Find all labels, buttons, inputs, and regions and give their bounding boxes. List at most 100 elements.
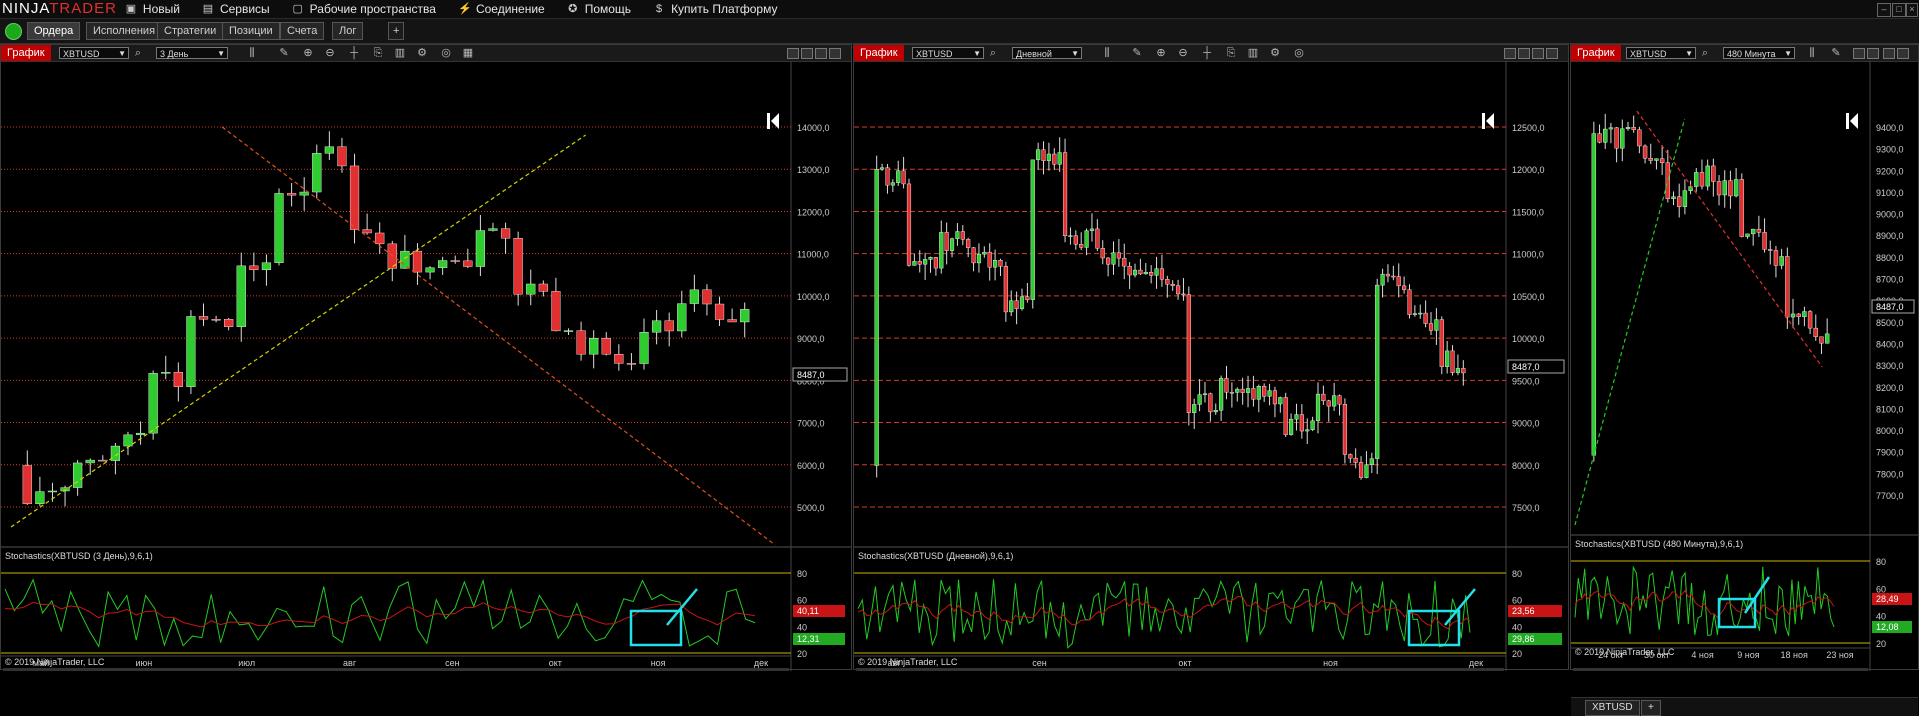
indicators-icon[interactable]: ▥ <box>393 46 407 60</box>
settings-icon[interactable]: ◎ <box>439 46 453 60</box>
candle-body <box>1046 153 1051 161</box>
candle-body <box>1181 293 1186 296</box>
period-select[interactable]: Дневной ▼ <box>1012 47 1082 59</box>
tab-accounts[interactable]: Счета <box>280 22 325 40</box>
new-icon: ▣ <box>125 3 137 15</box>
period-select[interactable]: 3 День ▼ <box>156 47 228 59</box>
restore-icon[interactable] <box>1518 48 1530 59</box>
candle-body <box>1289 418 1294 435</box>
properties-icon[interactable]: ⎘ <box>371 46 385 60</box>
zoom-in-icon[interactable]: ⊕ <box>301 46 315 60</box>
menu-buy[interactable]: $ Купить Платформу <box>653 2 777 16</box>
search-icon[interactable]: ⌕ <box>1698 46 1712 60</box>
close-button[interactable]: × <box>1906 3 1918 17</box>
pencil-icon[interactable]: ✎ <box>1829 46 1843 60</box>
ninjatrader-watermark-icon <box>1846 113 1849 129</box>
add-tab-button[interactable]: + <box>388 22 405 40</box>
search-icon[interactable]: ⌕ <box>986 46 1000 60</box>
search-icon[interactable]: ⌕ <box>131 46 145 60</box>
zoom-out-icon[interactable]: ⊖ <box>323 46 337 60</box>
strategies-icon[interactable]: ⚙ <box>1268 46 1282 60</box>
tab-positions[interactable]: Позиции <box>222 22 280 40</box>
candle-body <box>885 167 890 186</box>
candle-body <box>1132 269 1138 276</box>
instrument-select[interactable]: XBTUSD ▼ <box>912 47 984 59</box>
strategies-icon[interactable]: ⚙ <box>415 46 429 60</box>
candle-body <box>1385 273 1391 277</box>
bar-type-icon[interactable]: ⫼ <box>245 46 259 60</box>
time-tick-label: 18 ноя <box>1781 650 1808 660</box>
settings-icon[interactable]: ◎ <box>1292 46 1306 60</box>
chart-title: График <box>1 45 51 61</box>
candle-body <box>955 231 960 239</box>
tab-orders[interactable]: Ордера <box>27 22 81 40</box>
chart-canvas[interactable]: 14000,0 13000,0 12000,0 11000,0 10000,0 9000,… <box>1 61 851 671</box>
chart-canvas[interactable]: 9400,0 9300,0 9200,0 9100,0 9000,0 8900,0 8800… <box>1571 61 1918 671</box>
tile-icon[interactable] <box>787 48 799 59</box>
instrument-select[interactable]: XBTUSD ▼ <box>59 47 129 59</box>
candle-body <box>1326 400 1331 407</box>
chart-canvas[interactable]: 12500,0 12000,0 11500,0 11000,0 10500,0 10000… <box>854 61 1568 671</box>
candle-body <box>1665 162 1671 199</box>
add-chart-tab-button[interactable]: + <box>1641 700 1661 716</box>
pencil-icon[interactable]: ✎ <box>277 46 291 60</box>
tab-log[interactable]: Лог <box>332 22 364 40</box>
stoch-d-line <box>4 601 756 628</box>
properties-icon[interactable]: ⎘ <box>1224 46 1238 60</box>
candle-body <box>22 465 32 504</box>
pencil-icon[interactable]: ✎ <box>1130 46 1144 60</box>
price-tick-label: 12500,0 <box>1512 123 1545 133</box>
chart-toolbar: График XBTUSD ▼ ⌕ 480 Минута ▼ ⫼ ✎ <box>1571 45 1918 62</box>
chart-tab-strip: XBTUSD + <box>1571 697 1918 716</box>
candle-body <box>939 232 944 269</box>
tile-icon[interactable] <box>1504 48 1516 59</box>
close-window-icon[interactable] <box>1546 48 1558 59</box>
drawing-icon[interactable]: ▦ <box>461 46 475 60</box>
minimize-window-icon[interactable] <box>815 48 827 59</box>
candle-body <box>1283 397 1288 435</box>
candle-body <box>488 228 498 231</box>
price-tick-label: 7500,0 <box>1512 503 1540 513</box>
minimize-button[interactable]: – <box>1877 3 1891 17</box>
bar-type-icon[interactable]: ⫼ <box>1100 46 1114 60</box>
tab-executions[interactable]: Исполнения <box>86 22 163 40</box>
candle-body <box>923 259 928 265</box>
minimize-window-icon[interactable] <box>1883 48 1895 59</box>
tile-icon[interactable] <box>1853 48 1865 59</box>
period-select[interactable]: 480 Минута ▼ <box>1723 47 1795 59</box>
copyright-text: © 2019 NinjaTrader, LLC <box>858 657 958 667</box>
close-window-icon[interactable] <box>1897 48 1909 59</box>
candle-body <box>1213 410 1218 413</box>
zoom-in-icon[interactable]: ⊕ <box>1154 46 1168 60</box>
crosshair-icon[interactable]: ┼ <box>1200 46 1214 60</box>
candle-body <box>1084 230 1089 248</box>
menu-help[interactable]: ✪ Помощь <box>567 2 631 16</box>
candle-body <box>1637 129 1642 147</box>
crosshair-icon[interactable]: ┼ <box>347 46 361 60</box>
menu-tools[interactable]: ▤ Сервисы <box>202 2 270 16</box>
stoch-d-value: 23,56 <box>1512 606 1535 616</box>
tab-strategies[interactable]: Стратегии <box>157 22 224 40</box>
candle-body <box>1089 228 1095 231</box>
zoom-out-icon[interactable]: ⊖ <box>1176 46 1190 60</box>
candle-body <box>1245 388 1251 393</box>
restore-icon[interactable] <box>801 48 813 59</box>
maximize-button[interactable]: □ <box>1892 3 1906 17</box>
menu-new[interactable]: ▣ Новый <box>125 2 180 16</box>
stoch-k-value: 12,31 <box>797 634 820 644</box>
candle-body <box>1138 269 1143 275</box>
menu-connection[interactable]: ⚡ Соединение <box>458 2 545 16</box>
candle-body <box>312 153 322 193</box>
restore-icon[interactable] <box>1867 48 1879 59</box>
bar-type-icon[interactable]: ⫼ <box>1805 46 1819 60</box>
indicators-icon[interactable]: ▥ <box>1246 46 1260 60</box>
menu-workspaces[interactable]: ▢ Рабочие пространства <box>292 2 435 16</box>
time-tick-label: дек <box>754 658 768 668</box>
tab-xbtusd[interactable]: XBTUSD <box>1585 700 1640 716</box>
instrument-select[interactable]: XBTUSD ▼ <box>1626 47 1696 59</box>
minimize-window-icon[interactable] <box>1532 48 1544 59</box>
time-tick-label: авг <box>887 658 901 668</box>
close-window-icon[interactable] <box>829 48 841 59</box>
time-tick-label: сен <box>445 658 460 668</box>
candle-body <box>1733 179 1739 197</box>
